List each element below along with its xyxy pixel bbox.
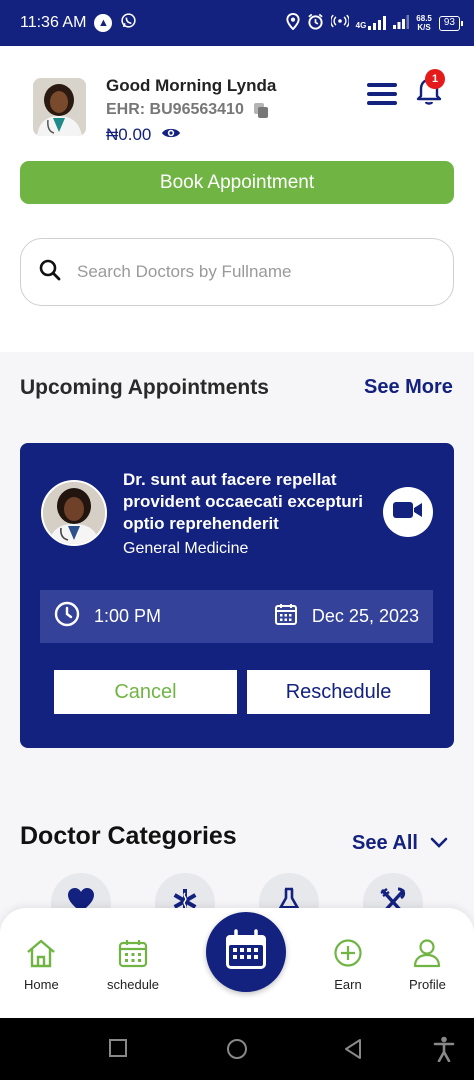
doctor-name: Dr. sunt aut facere repellat provident o… [123,470,363,533]
greeting: Good Morning Lynda [106,76,277,95]
calendar-icon [274,602,298,631]
net-speed-value: 68.5 [416,14,432,23]
see-more-link[interactable]: See More [364,376,453,399]
appointment-time: 1:00 PM [94,606,162,626]
nav-profile[interactable]: Profile [409,938,446,992]
user-avatar[interactable] [33,78,86,136]
nav-schedule[interactable]: schedule [107,938,159,992]
reschedule-button[interactable]: Reschedule [247,670,430,714]
upcoming-appointments-title: Upcoming Appointments [20,376,269,399]
appointment-time-bar: 1:00 PM Dec 25, 2023 [40,590,433,643]
system-navigation-bar [0,1018,474,1080]
nav-home[interactable]: Home [24,938,59,992]
notification-badge: 1 [425,69,445,89]
see-all-link[interactable]: See All [352,832,448,855]
recents-icon[interactable] [108,1038,128,1063]
network-type: 4G [355,21,367,30]
accessibility-icon[interactable] [433,1036,455,1067]
chevron-down-icon [430,832,448,855]
book-appointment-button[interactable]: Book Appointment [20,161,454,204]
see-all-label: See All [352,832,418,854]
appointment-date: Dec 25, 2023 [311,606,419,626]
nav-home-label: Home [24,977,59,992]
search-icon [39,259,61,286]
eye-icon[interactable] [161,125,181,145]
user-icon [412,938,442,971]
plus-circle-icon [333,938,363,971]
status-bar: 11:36 AM ▲ 4G 68.5 K/S 93 [0,0,474,46]
home-icon [25,938,57,971]
doctor-avatar [41,480,107,546]
search-bar[interactable] [20,238,454,306]
video-call-button[interactable] [383,487,433,537]
status-time: 11:36 AM [20,14,87,31]
net-speed: 68.5 K/S [416,14,432,32]
calendar-fab-icon [224,928,268,976]
clock-icon [54,601,80,632]
alarm-icon [307,13,324,34]
ehr-text: EHR: BU96563410 [106,101,244,118]
location-icon [286,12,300,34]
nav-earn[interactable]: Earn [333,938,363,992]
nav-profile-label: Profile [409,977,446,992]
menu-icon[interactable] [367,83,397,105]
wallet-balance: ₦0.00 [106,125,181,145]
balance-amount: ₦0.00 [106,125,152,144]
nav-schedule-label: schedule [107,977,160,992]
video-camera-icon [393,500,423,525]
whatsapp-notification-icon [120,12,137,34]
signal-2-icon [393,14,410,32]
search-input[interactable] [77,262,407,282]
app-notification-icon: ▲ [94,14,113,32]
home-circle-icon[interactable] [226,1038,248,1065]
schedule-calendar-icon [118,938,148,971]
header: Good Morning Lynda EHR: BU96563410 ₦0.00… [0,46,474,352]
signal-icon: 4G [356,16,387,30]
back-icon[interactable] [343,1038,363,1065]
calendar-fab-button[interactable] [206,912,286,992]
ehr-number: EHR: BU96563410 [106,101,268,119]
copy-icon[interactable] [253,102,268,118]
net-speed-unit: K/S [417,23,431,32]
doctor-specialty: General Medicine [123,540,249,557]
nav-earn-label: Earn [334,977,362,992]
cancel-button[interactable]: Cancel [54,670,237,714]
battery-indicator: 93 [438,15,464,31]
doctor-categories-title: Doctor Categories [20,822,237,850]
appointment-card[interactable]: Dr. sunt aut facere repellat provident o… [20,443,454,748]
hotspot-icon [329,14,350,32]
